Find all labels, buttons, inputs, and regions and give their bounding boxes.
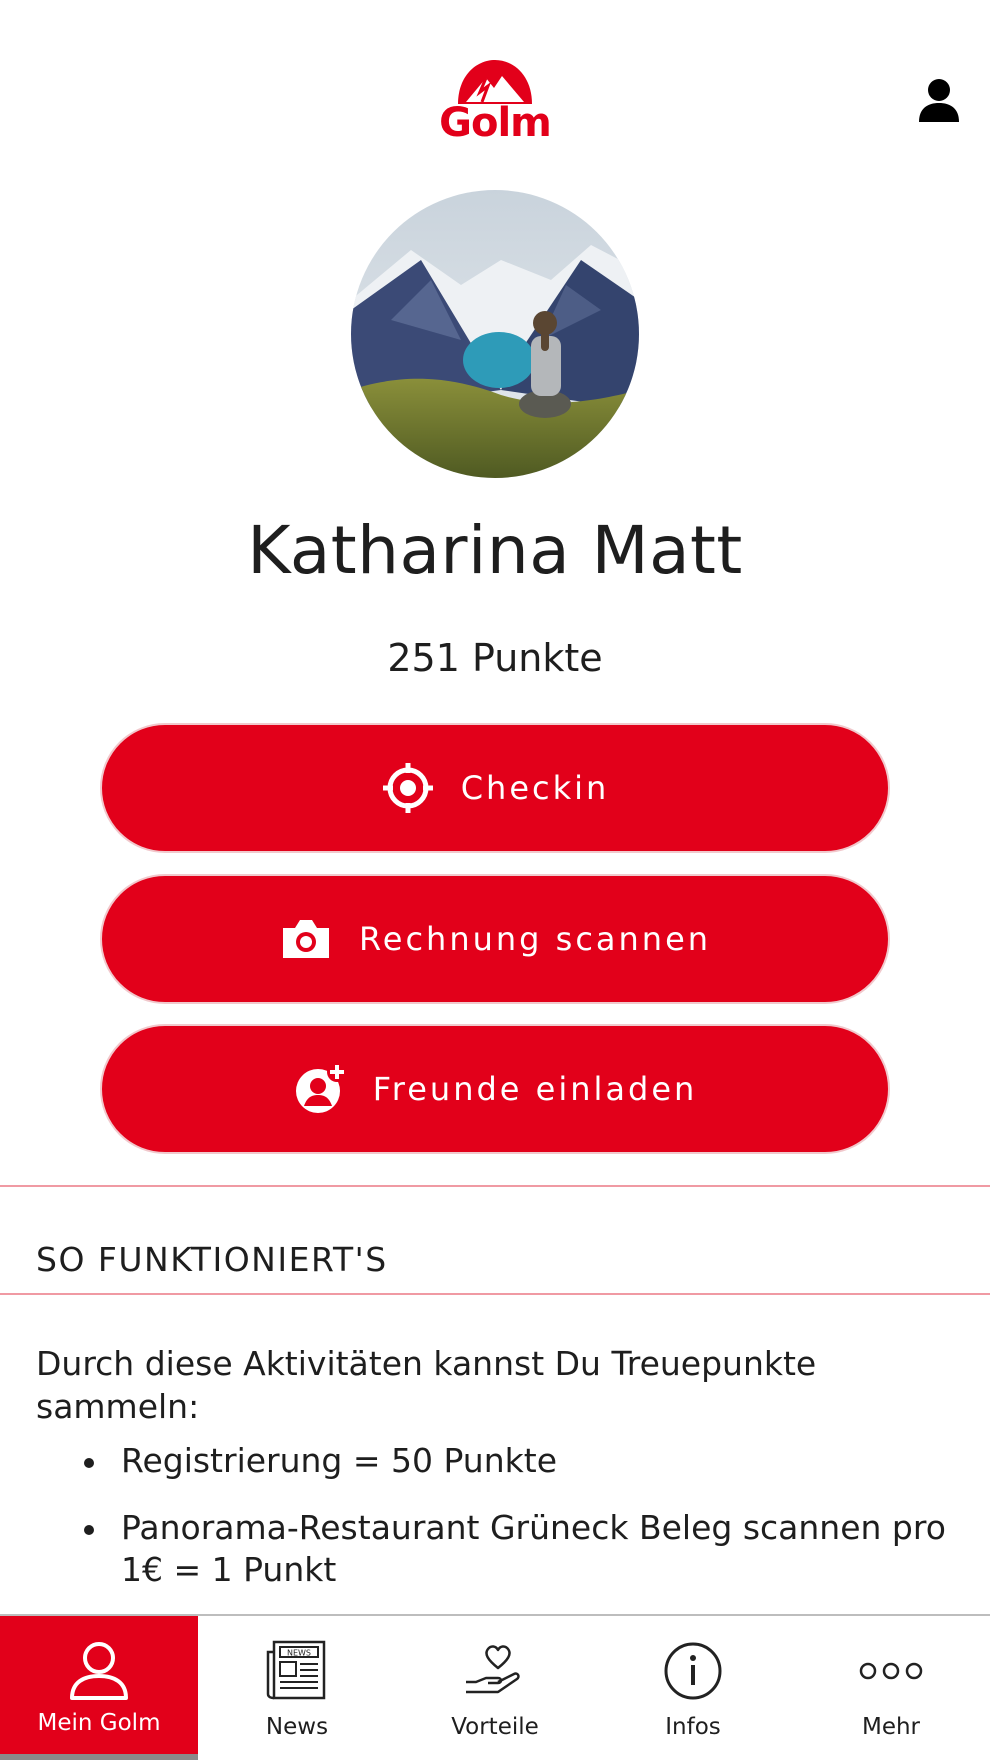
list-item-text: Panorama-Restaurant Grüneck Beleg scanne… — [121, 1508, 946, 1589]
bullet-icon — [84, 1458, 94, 1468]
list-item: Registrierung = 50 Punkte — [36, 1440, 966, 1482]
profile-button[interactable] — [914, 76, 964, 126]
active-indicator — [0, 1754, 198, 1760]
checkin-label: Checkin — [460, 769, 610, 807]
nav-item-mehr[interactable]: Mehr — [792, 1616, 990, 1760]
nav-item-news[interactable]: NEWS News — [198, 1616, 396, 1760]
avatar-image — [351, 190, 639, 478]
nav-item-infos[interactable]: Infos — [594, 1616, 792, 1760]
nav-item-vorteile[interactable]: Vorteile — [396, 1616, 594, 1760]
points-rules-list: Registrierung = 50 Punkte Panorama-Resta… — [36, 1440, 966, 1616]
add-friend-icon — [293, 1062, 347, 1116]
heart-hand-icon — [460, 1636, 530, 1706]
mountain-logo-icon — [458, 60, 532, 104]
newspaper-icon: NEWS — [262, 1636, 332, 1706]
more-dots-icon — [856, 1636, 926, 1706]
section-divider-top — [0, 1185, 990, 1187]
list-item: Panorama-Restaurant Grüneck Beleg scanne… — [36, 1507, 966, 1591]
profile-avatar[interactable] — [351, 190, 639, 478]
nav-label: Mein Golm — [37, 1710, 161, 1736]
scan-receipt-button[interactable]: Rechnung scannen — [100, 874, 890, 1004]
app-header: Golm — [0, 0, 990, 170]
target-icon — [381, 761, 435, 815]
invite-friends-label: Freunde einladen — [372, 1070, 698, 1108]
nav-label: Vorteile — [451, 1714, 539, 1740]
person-icon — [919, 79, 959, 122]
scan-receipt-label: Rechnung scannen — [358, 920, 712, 958]
nav-item-mein-golm[interactable]: Mein Golm — [0, 1616, 198, 1760]
camera-icon — [279, 912, 333, 966]
checkin-button[interactable]: Checkin — [100, 723, 890, 853]
points-count: 251 Punkte — [387, 636, 603, 680]
logo-text: Golm — [439, 100, 552, 146]
nav-label: Infos — [665, 1714, 721, 1740]
invite-friends-button[interactable]: Freunde einladen — [100, 1024, 890, 1154]
nav-label: Mehr — [861, 1714, 921, 1740]
list-item-text: Registrierung = 50 Punkte — [121, 1441, 557, 1480]
info-icon — [658, 1636, 728, 1706]
intro-text: Durch diese Aktivitäten kannst Du Treuep… — [36, 1344, 817, 1426]
svg-text:NEWS: NEWS — [287, 1649, 311, 1658]
section-divider-bottom — [0, 1293, 990, 1295]
section-heading: SO FUNKTIONIERT'S — [36, 1240, 388, 1279]
user-outline-icon — [64, 1636, 134, 1706]
bottom-navigation: Mein Golm NEWS News Vorteile Infos Mehr — [0, 1614, 990, 1760]
bullet-icon — [84, 1525, 94, 1535]
golm-logo: Golm — [436, 56, 554, 146]
nav-label: News — [265, 1714, 329, 1740]
user-name: Katharina Matt — [247, 512, 743, 589]
